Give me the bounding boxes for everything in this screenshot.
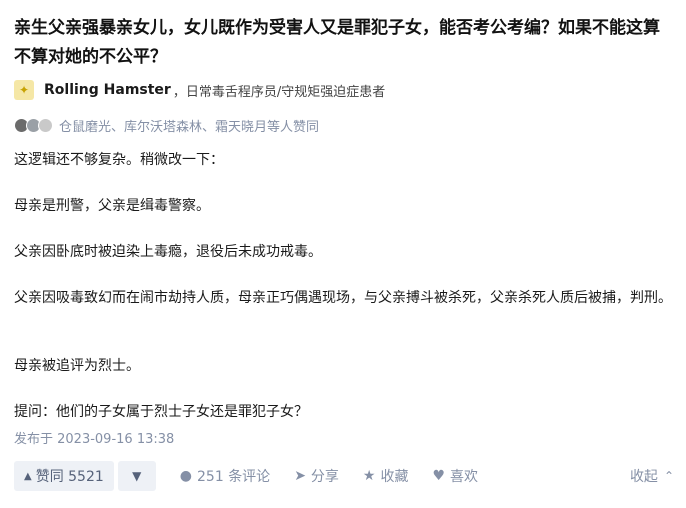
answer-paragraph: 提问：他们的子女属于烈士子女还是罪犯子女？ [14,404,308,420]
author-name[interactable]: Rolling Hamster [44,82,171,98]
triangle-up-icon: ▲ [24,470,32,482]
author-avatar[interactable]: ✦ [14,80,34,100]
comment-bubble-icon: ● [179,468,193,484]
favorite-label: 收藏 [380,469,409,485]
share-label: 分享 [310,469,339,485]
liker-avatar [38,117,53,133]
answer-paragraph: 父亲因卧底时被迫染上毒瘾，退役后未成功戒毒。 [14,244,322,260]
answer-paragraph: 父亲因吸毒致幻而在闹市劫持人质，母亲正巧偶遇现场，与父亲搏斗被杀死，父亲杀死人质… [14,290,672,306]
favorite-button[interactable]: ★ 收藏 [363,466,409,486]
share-button[interactable]: ➤ 分享 [294,466,339,486]
liker-avatars[interactable] [14,117,53,133]
answer-paragraph: 母亲被追评为烈士。 [14,358,140,374]
liked-by-row: 仓鼠磨光、库尔沃塔森林、霜天晓月等人赞同 [14,116,319,135]
paper-plane-icon: ➤ [294,468,306,484]
comments-button[interactable]: ● 251 条评论 [180,466,270,486]
author-bio: ，日常毒舌程序员/守规矩强迫症患者 [172,84,386,100]
like-label: 喜欢 [450,469,479,485]
author-row: ✦ Rolling Hamster ，日常毒舌程序员/守规矩强迫症患者 [14,80,385,100]
collapse-label: 收起 [629,469,658,485]
answer-card: 亲生父亲强暴亲女儿，女儿既作为受害人又是罪犯子女，能否考公考编？如果不能这算不算… [0,0,686,508]
star-icon: ★ [362,468,376,484]
liked-by-text[interactable]: 仓鼠磨光、库尔沃塔森林、霜天晓月等人赞同 [59,116,319,135]
answer-paragraph: 母亲是刑警，父亲是缉毒警察。 [14,198,210,214]
vote-up-button[interactable]: ▲ 赞同 5521 [14,461,114,491]
question-title[interactable]: 亲生父亲强暴亲女儿，女儿既作为受害人又是罪犯子女，能否考公考编？如果不能这算不算… [14,14,674,72]
chevron-up-icon: ⌃ [663,469,674,483]
like-button[interactable]: ♥ 喜欢 [432,466,478,486]
comments-label: 251 条评论 [197,469,271,485]
vote-up-label: 赞同 5521 [35,469,104,485]
heart-icon: ♥ [432,468,446,484]
collapse-button[interactable]: 收起 ⌃ [630,466,674,486]
action-bar: ▲ 赞同 5521 ▼ ● 251 条评论 ➤ 分享 ★ 收藏 ♥ 喜欢 收起 … [14,460,674,492]
answer-paragraph: 这逻辑还不够复杂。稍微改一下： [14,152,224,168]
triangle-down-icon: ▼ [132,469,142,483]
vote-down-button[interactable]: ▼ [117,461,156,491]
published-time[interactable]: 发布于 2023-09-16 13:38 [14,428,174,447]
